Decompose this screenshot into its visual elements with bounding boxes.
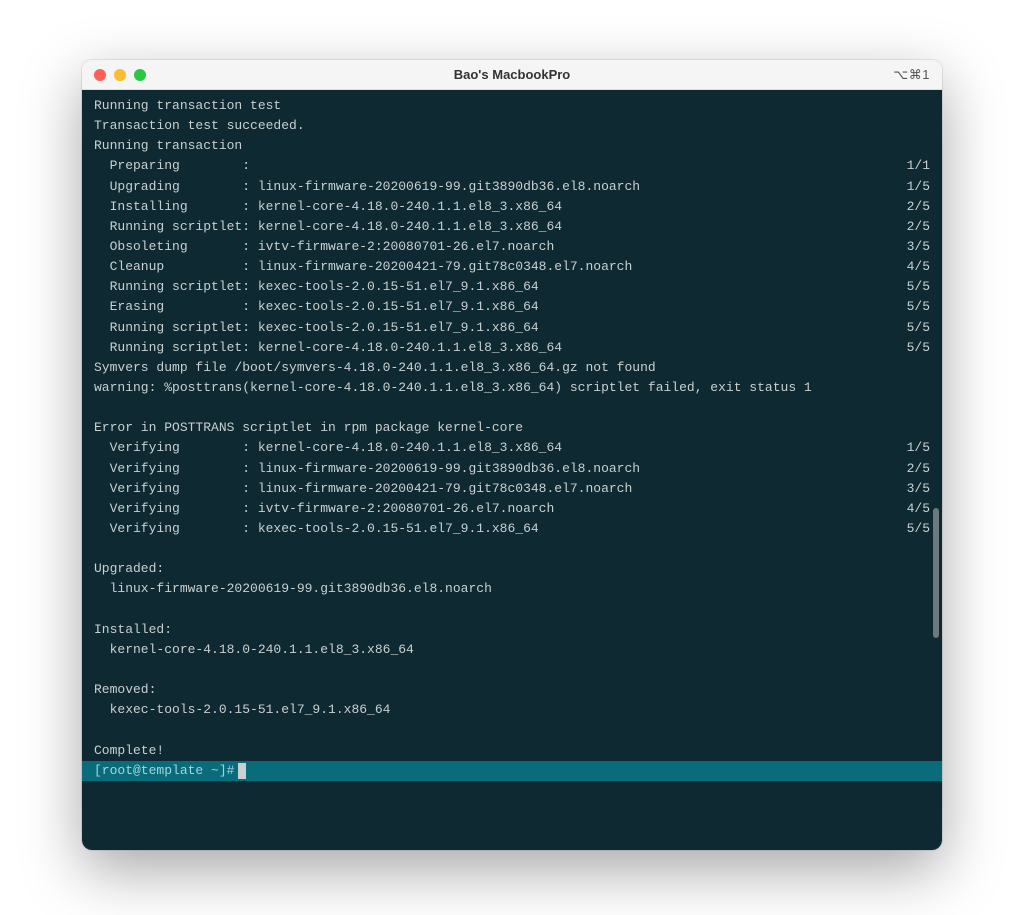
- terminal-line: Upgrading : linux-firmware-20200619-99.g…: [94, 177, 930, 197]
- step-count: 5/5: [907, 519, 930, 539]
- terminal-body[interactable]: Running transaction testTransaction test…: [82, 90, 942, 850]
- terminal-line: Cleanup : linux-firmware-20200421-79.git…: [94, 257, 930, 277]
- terminal-line: [94, 539, 930, 559]
- close-icon[interactable]: [94, 69, 106, 81]
- terminal-line: Verifying : kernel-core-4.18.0-240.1.1.e…: [94, 438, 930, 458]
- step-count: 2/5: [907, 197, 930, 217]
- terminal-line: warning: %posttrans(kernel-core-4.18.0-2…: [94, 378, 930, 398]
- terminal-line: Removed:: [94, 680, 930, 700]
- terminal-line: Running transaction test: [94, 96, 930, 116]
- step-count: 5/5: [907, 297, 930, 317]
- window-title: Bao's MacbookPro: [454, 67, 571, 82]
- step-count: 3/5: [907, 479, 930, 499]
- terminal-line: Transaction test succeeded.: [94, 116, 930, 136]
- terminal-line: [94, 600, 930, 620]
- step-count: 5/5: [907, 338, 930, 358]
- terminal-line: Preparing : 1/1: [94, 156, 930, 176]
- traffic-lights: [94, 69, 146, 81]
- cursor-icon: [238, 763, 246, 779]
- step-label: Running scriptlet: kernel-core-4.18.0-24…: [94, 338, 562, 358]
- step-count: 1/1: [907, 156, 930, 176]
- step-label: Running scriptlet: kexec-tools-2.0.15-51…: [94, 318, 539, 338]
- step-label: Installing : kernel-core-4.18.0-240.1.1.…: [94, 197, 562, 217]
- window-shortcut-label: ⌥⌘1: [893, 67, 930, 83]
- step-label: Obsoleting : ivtv-firmware-2:20080701-26…: [94, 237, 554, 257]
- step-count: 5/5: [907, 277, 930, 297]
- step-count: 2/5: [907, 459, 930, 479]
- terminal-line: Obsoleting : ivtv-firmware-2:20080701-26…: [94, 237, 930, 257]
- step-count: 1/5: [907, 177, 930, 197]
- terminal-line: Running scriptlet: kernel-core-4.18.0-24…: [94, 217, 930, 237]
- terminal-line: Error in POSTTRANS scriptlet in rpm pack…: [94, 418, 930, 438]
- scrollbar-thumb[interactable]: [933, 508, 939, 638]
- step-count: 3/5: [907, 237, 930, 257]
- step-count: 4/5: [907, 499, 930, 519]
- step-count: 1/5: [907, 438, 930, 458]
- step-label: Running scriptlet: kernel-core-4.18.0-24…: [94, 217, 562, 237]
- step-label: Verifying : ivtv-firmware-2:20080701-26.…: [94, 499, 554, 519]
- terminal-line: Running scriptlet: kernel-core-4.18.0-24…: [94, 338, 930, 358]
- terminal-line: Complete!: [94, 741, 930, 761]
- shell-prompt: [root@template ~]#: [94, 761, 234, 781]
- terminal-line: Verifying : ivtv-firmware-2:20080701-26.…: [94, 499, 930, 519]
- terminal-window: Bao's MacbookPro ⌥⌘1 Running transaction…: [82, 60, 942, 850]
- step-count: 2/5: [907, 217, 930, 237]
- terminal-line: Installed:: [94, 620, 930, 640]
- step-label: Erasing : kexec-tools-2.0.15-51.el7_9.1.…: [94, 297, 539, 317]
- terminal-line: [94, 398, 930, 418]
- terminal-line: Erasing : kexec-tools-2.0.15-51.el7_9.1.…: [94, 297, 930, 317]
- terminal-line: Verifying : kexec-tools-2.0.15-51.el7_9.…: [94, 519, 930, 539]
- step-label: Verifying : kexec-tools-2.0.15-51.el7_9.…: [94, 519, 539, 539]
- terminal-line: Running transaction: [94, 136, 930, 156]
- window-titlebar[interactable]: Bao's MacbookPro ⌥⌘1: [82, 60, 942, 90]
- step-label: Preparing :: [94, 156, 250, 176]
- terminal-line: Verifying : linux-firmware-20200619-99.g…: [94, 459, 930, 479]
- terminal-line: Installing : kernel-core-4.18.0-240.1.1.…: [94, 197, 930, 217]
- step-label: Verifying : linux-firmware-20200421-79.g…: [94, 479, 632, 499]
- step-label: Cleanup : linux-firmware-20200421-79.git…: [94, 257, 632, 277]
- prompt-line[interactable]: [root@template ~]#: [82, 761, 942, 781]
- terminal-line: [94, 660, 930, 680]
- terminal-line: Running scriptlet: kexec-tools-2.0.15-51…: [94, 277, 930, 297]
- step-count: 5/5: [907, 318, 930, 338]
- maximize-icon[interactable]: [134, 69, 146, 81]
- step-label: Upgrading : linux-firmware-20200619-99.g…: [94, 177, 640, 197]
- step-label: Running scriptlet: kexec-tools-2.0.15-51…: [94, 277, 539, 297]
- minimize-icon[interactable]: [114, 69, 126, 81]
- step-count: 4/5: [907, 257, 930, 277]
- step-label: Verifying : kernel-core-4.18.0-240.1.1.e…: [94, 438, 562, 458]
- terminal-line: [94, 720, 930, 740]
- terminal-line: Running scriptlet: kexec-tools-2.0.15-51…: [94, 318, 930, 338]
- terminal-line: kernel-core-4.18.0-240.1.1.el8_3.x86_64: [94, 640, 930, 660]
- terminal-line: kexec-tools-2.0.15-51.el7_9.1.x86_64: [94, 700, 930, 720]
- terminal-line: Symvers dump file /boot/symvers-4.18.0-2…: [94, 358, 930, 378]
- terminal-line: Upgraded:: [94, 559, 930, 579]
- terminal-line: linux-firmware-20200619-99.git3890db36.e…: [94, 579, 930, 599]
- step-label: Verifying : linux-firmware-20200619-99.g…: [94, 459, 640, 479]
- terminal-line: Verifying : linux-firmware-20200421-79.g…: [94, 479, 930, 499]
